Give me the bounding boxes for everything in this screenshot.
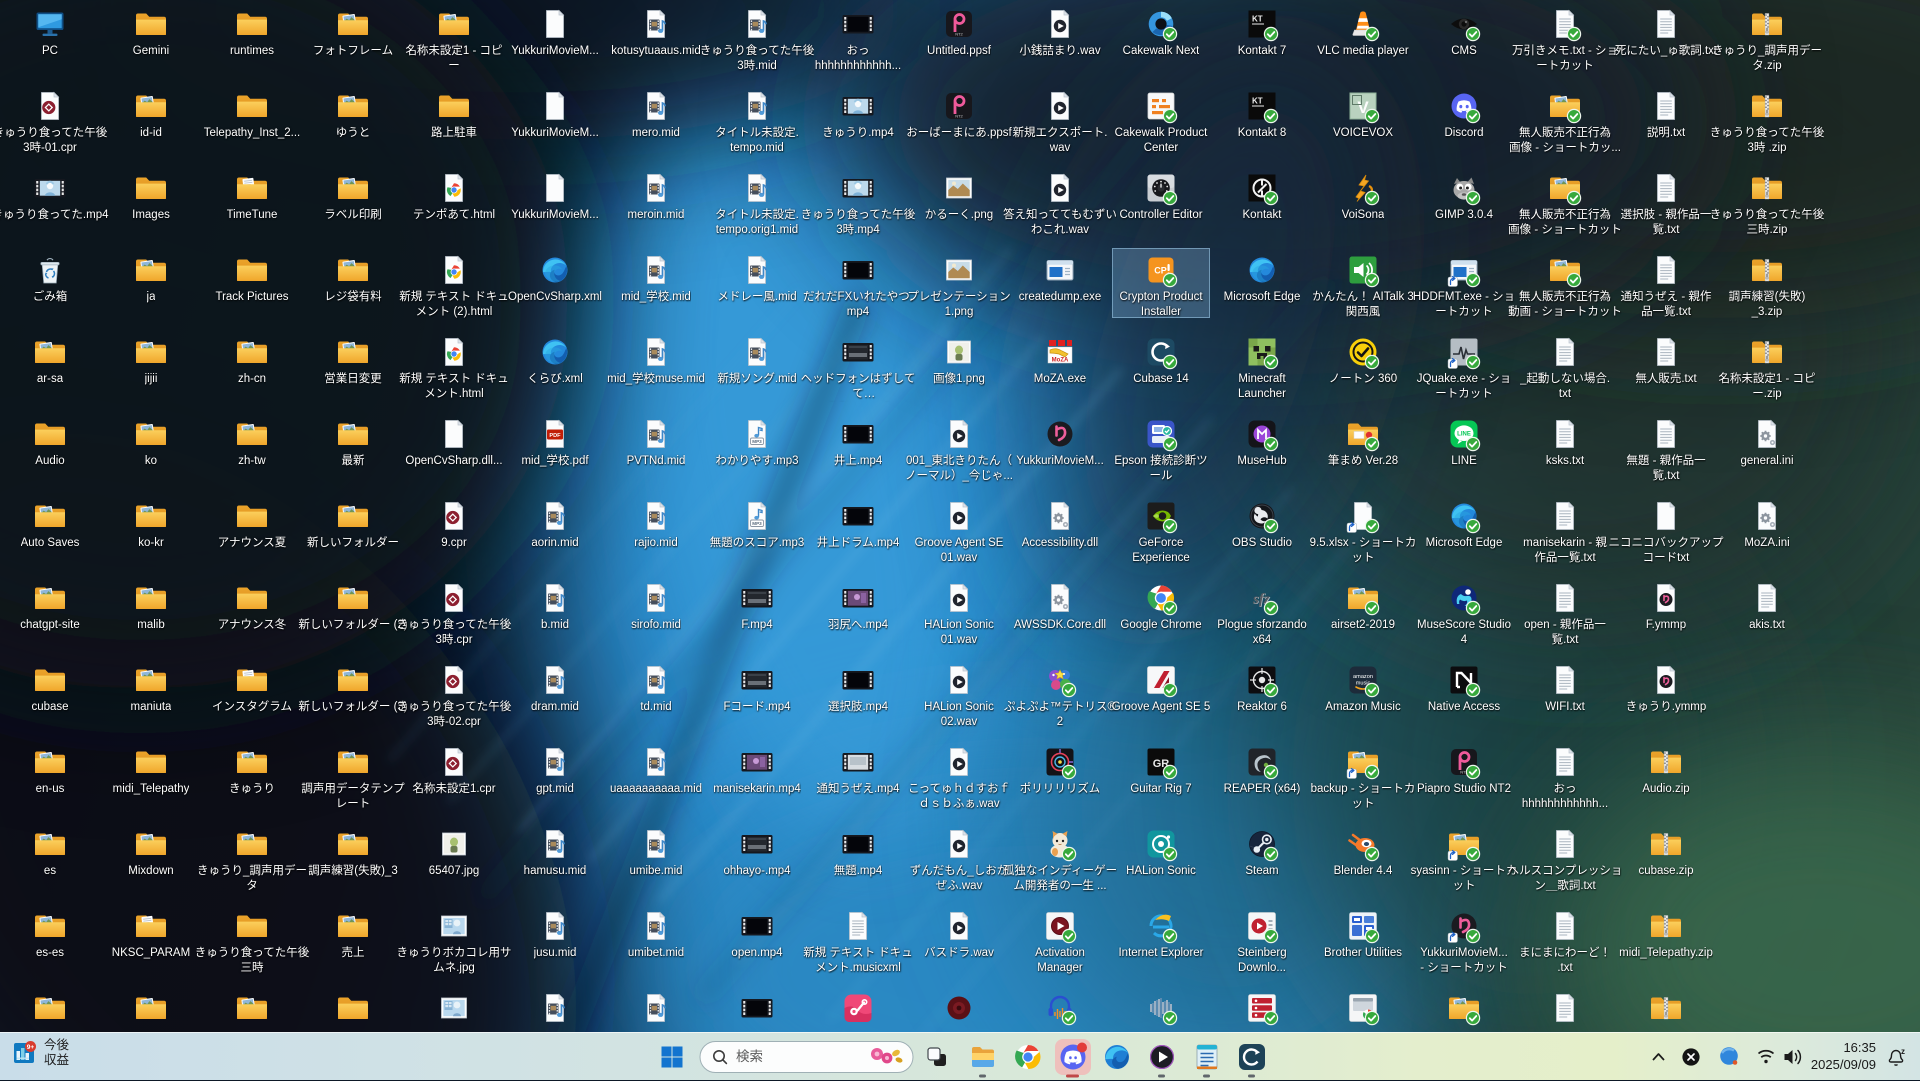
svg-text:9+: 9+ — [27, 1044, 35, 1051]
svg-text:16:35: 16:35 — [1843, 1040, 1876, 1055]
svg-text:2025/09/09: 2025/09/09 — [1811, 1057, 1876, 1072]
svg-text:z: z — [1901, 1047, 1905, 1056]
svg-text:検索: 検索 — [736, 1049, 763, 1064]
